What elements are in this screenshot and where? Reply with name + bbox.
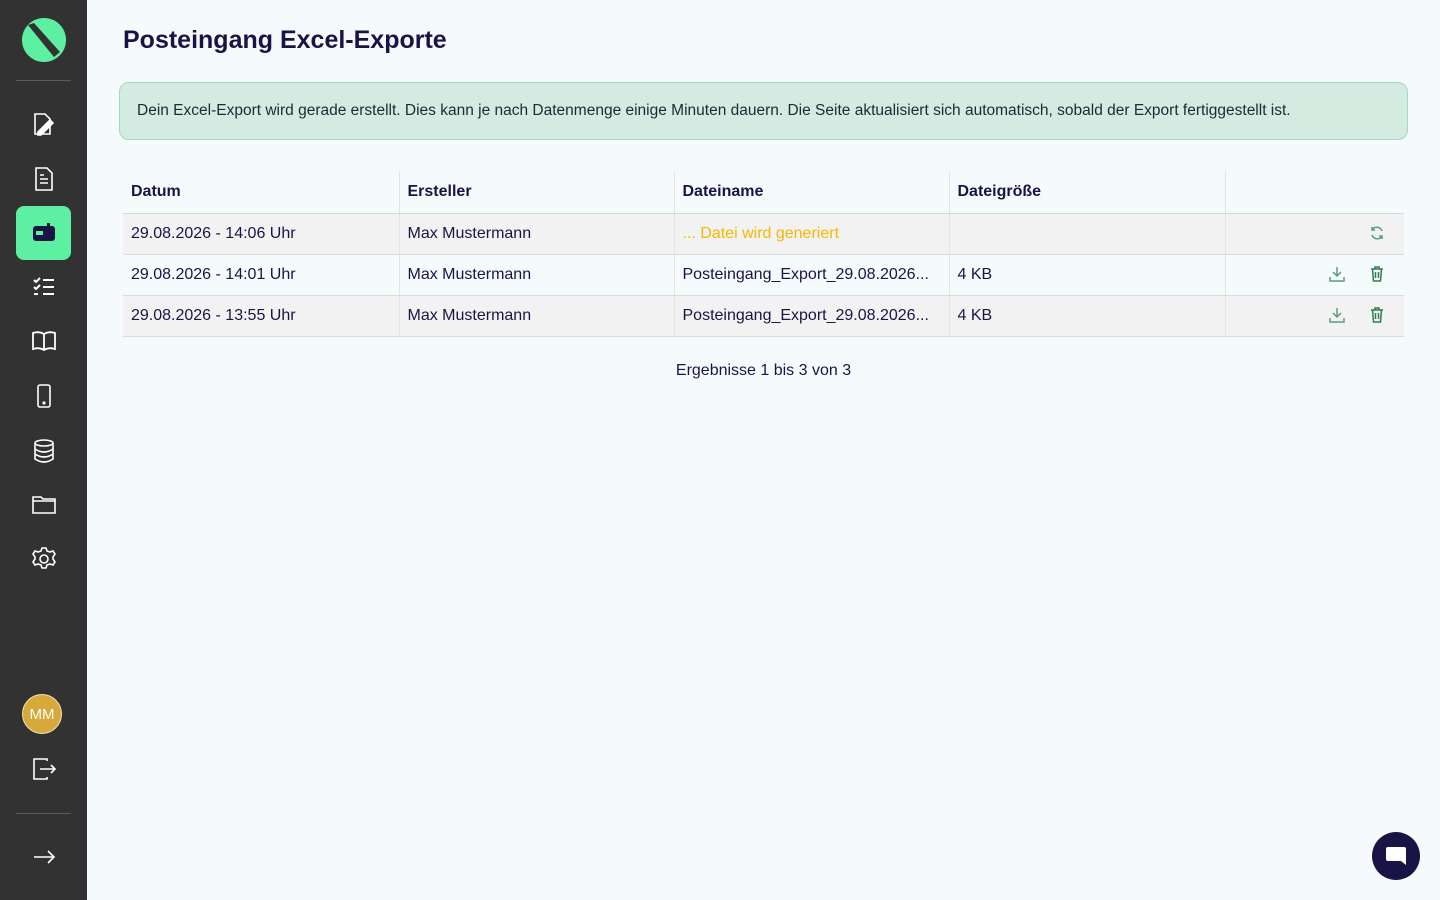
logout-icon	[32, 758, 56, 780]
table-row: 29.08.2026 - 14:06 Uhr Max Mustermann ..…	[123, 213, 1404, 255]
folder-icon	[31, 496, 56, 514]
cell-filename[interactable]: Posteingang_Export_29.08.2026...	[674, 295, 950, 337]
user-avatar[interactable]: MM	[22, 694, 62, 734]
book-icon	[31, 331, 56, 352]
nav-settings[interactable]	[16, 532, 71, 586]
cell-actions	[1225, 213, 1404, 255]
sidebar: MM	[0, 0, 87, 900]
cell-date: 29.08.2026 - 13:55 Uhr	[123, 295, 400, 337]
column-header-filesize[interactable]: Dateigröße	[949, 171, 1226, 214]
sidebar-divider	[16, 80, 71, 81]
checklist-icon	[32, 277, 54, 295]
nav-inbox[interactable]	[16, 206, 71, 260]
trash-icon[interactable]	[1368, 306, 1386, 324]
nav-documents[interactable]	[16, 152, 71, 206]
cell-filesize: 4 KB	[949, 254, 1226, 296]
nav-manual[interactable]	[16, 314, 71, 368]
sidebar-divider	[16, 813, 71, 814]
column-header-actions	[1225, 171, 1404, 214]
chat-icon	[1386, 847, 1406, 865]
pagination-summary: Ergebnisse 1 bis 3 von 3	[675, 362, 852, 379]
logout-button[interactable]	[16, 742, 71, 796]
refresh-icon[interactable]	[1368, 224, 1386, 242]
nav-mobile[interactable]	[16, 369, 71, 423]
download-icon[interactable]	[1328, 306, 1346, 324]
arrow-right-icon	[33, 850, 55, 864]
smartphone-icon	[36, 384, 51, 408]
cell-filesize	[949, 213, 1226, 255]
column-header-filename[interactable]: Dateiname	[674, 171, 950, 214]
document-icon	[34, 167, 53, 191]
nav-database[interactable]	[16, 424, 71, 478]
inbox-icon	[32, 223, 55, 241]
cell-creator: Max Mustermann	[399, 254, 675, 296]
table-row: 29.08.2026 - 14:01 Uhr Max Mustermann Po…	[123, 254, 1404, 296]
cell-creator: Max Mustermann	[399, 213, 675, 255]
trash-icon[interactable]	[1368, 265, 1386, 283]
cell-filename-generating: ... Datei wird generiert	[674, 213, 950, 255]
logo-icon[interactable]	[22, 18, 66, 62]
chat-button[interactable]	[1372, 832, 1420, 880]
cell-filename[interactable]: Posteingang_Export_29.08.2026...	[674, 254, 950, 296]
column-header-date[interactable]: Datum	[123, 171, 400, 214]
cell-actions	[1225, 254, 1404, 296]
table-row: 29.08.2026 - 13:55 Uhr Max Mustermann Po…	[123, 295, 1404, 337]
expand-sidebar-button[interactable]	[16, 830, 71, 884]
cell-date: 29.08.2026 - 14:06 Uhr	[123, 213, 400, 255]
cell-date: 29.08.2026 - 14:01 Uhr	[123, 254, 400, 296]
gear-icon	[31, 547, 56, 569]
export-info-alert: Dein Excel-Export wird gerade erstellt. …	[119, 82, 1408, 140]
download-icon[interactable]	[1328, 265, 1346, 283]
exports-table: Datum Ersteller Dateiname Dateigröße 29.…	[123, 171, 1404, 337]
database-icon	[33, 439, 54, 463]
nav-tasks[interactable]	[16, 260, 71, 314]
cell-filesize: 4 KB	[949, 295, 1226, 337]
cell-creator: Max Mustermann	[399, 295, 675, 337]
nav-folders[interactable]	[16, 477, 71, 531]
nav-edit-document[interactable]	[16, 97, 71, 151]
page-title: Posteingang Excel-Exporte	[123, 26, 447, 54]
table-header-row: Datum Ersteller Dateiname Dateigröße	[123, 171, 1404, 214]
cell-actions	[1225, 295, 1404, 337]
main-content: Posteingang Excel-Exporte Dein Excel-Exp…	[87, 0, 1440, 900]
edit-document-icon	[33, 113, 54, 136]
column-header-creator[interactable]: Ersteller	[399, 171, 675, 214]
alert-text: Dein Excel-Export wird gerade erstellt. …	[137, 102, 1291, 119]
